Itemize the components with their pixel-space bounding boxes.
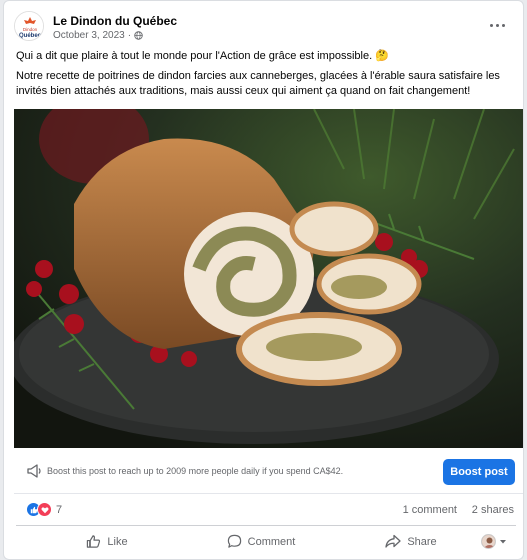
logo-text-top: Dindon: [23, 27, 38, 32]
comment-label: Comment: [247, 535, 296, 548]
more-icon-dot: [501, 23, 505, 27]
heart-glyph: [40, 506, 49, 513]
comments-count[interactable]: 1 comment: [403, 504, 457, 516]
post-as-selector[interactable]: [474, 527, 514, 557]
person-avatar-image: [482, 535, 495, 548]
share-icon: [385, 534, 401, 548]
stuffed-turkey-roll-image: [14, 109, 523, 448]
like-button[interactable]: Like: [52, 527, 162, 557]
page-name[interactable]: Le Dindon du Québec: [53, 14, 177, 28]
comment-icon: [227, 534, 241, 548]
boost-description: Boost this post to reach up to 2009 more…: [47, 466, 344, 476]
post-paragraph-1: Qui a dit que plaire à tout le monde pou…: [16, 50, 389, 62]
thumbs-up-icon: [87, 535, 101, 548]
post-actions: Like Comment Share: [16, 525, 516, 557]
like-label: Like: [107, 535, 128, 548]
date-separator: ·: [127, 30, 132, 41]
share-button[interactable]: Share: [356, 527, 466, 557]
more-icon-dot: [495, 23, 499, 27]
post-photo[interactable]: [14, 109, 523, 448]
post-text: Qui a dit que plaire à tout le monde pou…: [16, 49, 516, 104]
boost-bar: Boost this post to reach up to 2009 more…: [14, 450, 523, 494]
page-logo: Dindon Québec: [15, 12, 43, 40]
megaphone-icon: [27, 464, 41, 478]
profile-avatar: [481, 534, 496, 549]
more-options-button[interactable]: [485, 17, 509, 33]
post-stats: 7 1 comment 2 shares: [16, 498, 516, 522]
more-icon-dot: [489, 23, 493, 27]
reaction-count: 7: [56, 503, 63, 516]
love-reaction-icon: [37, 502, 52, 517]
page-avatar[interactable]: Dindon Québec: [14, 11, 44, 41]
reactions-summary[interactable]: 7: [26, 502, 62, 517]
post-card: Dindon Québec Le Dindon du Québec Octobe…: [3, 0, 524, 560]
post-paragraph-2: Notre recette de poitrines de dindon far…: [16, 70, 500, 97]
globe-icon: [134, 31, 143, 40]
post-header: Dindon Québec Le Dindon du Québec Octobe…: [4, 1, 523, 47]
post-meta: October 3, 2023 ·: [53, 30, 143, 41]
share-label: Share: [407, 535, 437, 548]
boost-post-button[interactable]: Boost post: [443, 459, 515, 485]
post-date[interactable]: October 3, 2023: [53, 30, 125, 41]
logo-text-bottom: Québec: [19, 33, 42, 39]
comment-button[interactable]: Comment: [196, 527, 326, 557]
shares-count[interactable]: 2 shares: [472, 504, 514, 516]
chevron-down-icon: [500, 539, 506, 543]
